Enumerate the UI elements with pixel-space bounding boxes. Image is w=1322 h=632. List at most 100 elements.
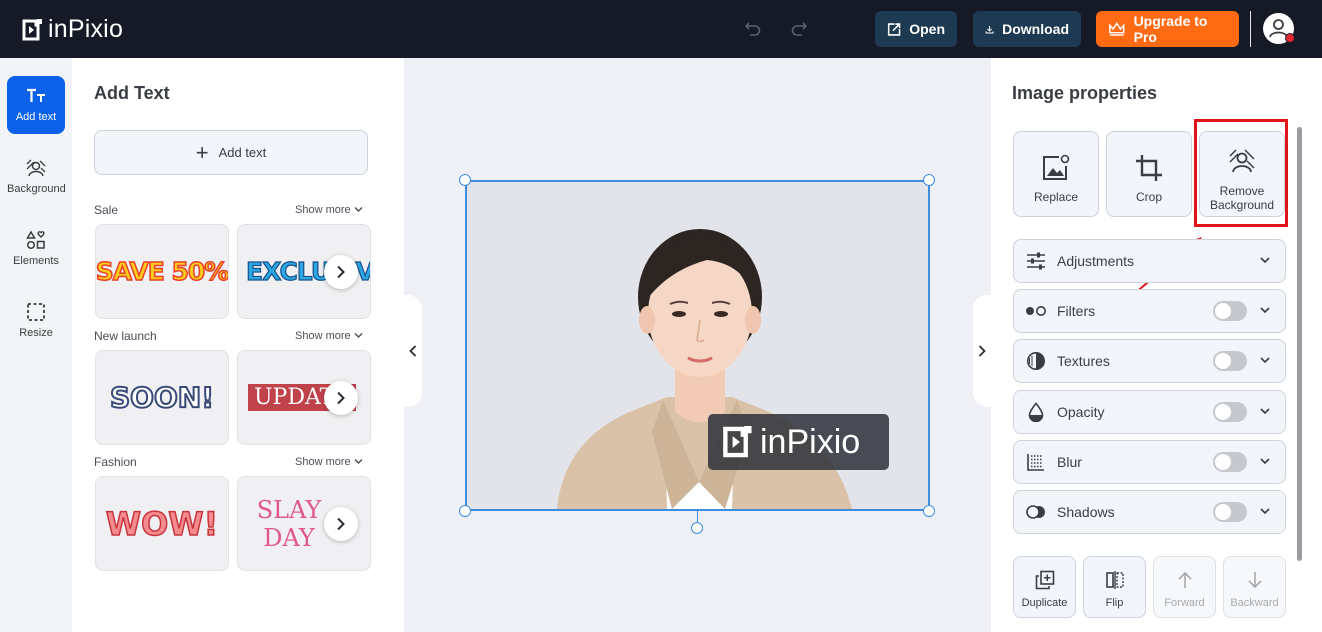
tool-rail: Add text Background Elements Resize	[0, 58, 72, 632]
shadows-icon	[1026, 505, 1045, 519]
arrow-up-icon	[1177, 571, 1192, 588]
property-label: Shadows	[1057, 504, 1115, 520]
tool-label: Duplicate	[1021, 597, 1068, 609]
text-template-tile[interactable]: SOON!	[95, 350, 229, 445]
duplicate-icon	[1035, 570, 1054, 590]
collapse-left-panel-button[interactable]	[404, 295, 422, 407]
opacity-toggle[interactable]	[1213, 402, 1247, 422]
chevron-down-icon[interactable]	[1259, 455, 1271, 467]
upgrade-label: Upgrade to Pro	[1133, 13, 1208, 45]
opacity-icon	[1028, 402, 1044, 422]
chevron-left-icon	[409, 345, 417, 357]
chevron-down-icon[interactable]	[1259, 354, 1271, 366]
panel-title: Image properties	[1012, 83, 1158, 103]
chevron-down-icon[interactable]	[1259, 254, 1271, 266]
undo-icon[interactable]	[743, 18, 763, 38]
show-more-link[interactable]: Show more	[295, 456, 363, 468]
text-template-preview: WOW!	[105, 504, 219, 544]
add-text-button[interactable]: + Add text	[94, 130, 368, 175]
carousel-next-button[interactable]	[324, 381, 358, 415]
notification-dot	[1285, 33, 1295, 43]
show-more-label: Show more	[295, 456, 351, 468]
shadows-toggle[interactable]	[1213, 502, 1247, 522]
tool-label: Backward	[1230, 597, 1279, 609]
carousel-next-button[interactable]	[324, 507, 358, 541]
chevron-down-icon	[354, 333, 363, 338]
chevron-down-icon	[354, 459, 363, 464]
show-more-label: Show more	[295, 204, 351, 216]
flip-button[interactable]: Flip	[1083, 556, 1146, 618]
show-more-link[interactable]: Show more	[295, 204, 363, 216]
chevron-right-icon	[978, 345, 986, 357]
resize-handle-bottom-left[interactable]	[459, 505, 471, 517]
forward-button[interactable]: Forward	[1153, 556, 1216, 618]
tool-label: Crop	[1135, 190, 1162, 204]
redo-icon[interactable]	[789, 18, 809, 38]
rail-item-elements[interactable]: Elements	[7, 220, 65, 278]
resize-handle-bottom-right[interactable]	[923, 505, 935, 517]
shadows-row[interactable]: Shadows	[1013, 490, 1286, 534]
crown-icon	[1109, 22, 1125, 36]
section-label-new-launch: New launch	[94, 329, 157, 343]
app-logo[interactable]: inPixio	[22, 15, 123, 44]
blur-toggle[interactable]	[1213, 452, 1247, 472]
flip-icon	[1105, 571, 1124, 589]
section-label-sale: Sale	[94, 203, 119, 217]
show-more-label: Show more	[295, 330, 351, 342]
textures-toggle[interactable]	[1213, 351, 1247, 371]
duplicate-button[interactable]: Duplicate	[1013, 556, 1076, 618]
upgrade-button[interactable]: Upgrade to Pro	[1096, 11, 1239, 47]
rail-label: Background	[7, 183, 66, 195]
rail-item-add-text[interactable]: Add text	[7, 76, 65, 134]
show-more-link[interactable]: Show more	[295, 330, 363, 342]
rail-label: Resize	[19, 327, 53, 339]
sliders-icon	[1027, 252, 1045, 270]
adjustments-row[interactable]: Adjustments	[1013, 239, 1286, 283]
collapse-right-panel-button[interactable]	[973, 295, 991, 407]
add-text-panel: Add Text + Add text Sale Show more SAVE …	[72, 58, 404, 632]
chevron-right-icon	[337, 265, 345, 279]
text-template-tile[interactable]: WOW!	[95, 476, 229, 571]
property-label: Opacity	[1057, 404, 1105, 420]
panel-scrollbar[interactable]	[1297, 127, 1302, 561]
textures-row[interactable]: Textures	[1013, 339, 1286, 383]
add-text-label: Add text	[218, 145, 267, 160]
chevron-down-icon[interactable]	[1259, 505, 1271, 517]
text-template-preview: SLAY DAY	[256, 495, 322, 552]
tool-label: Forward	[1164, 597, 1205, 609]
rotation-handle[interactable]	[691, 522, 703, 534]
opacity-row[interactable]: Opacity	[1013, 390, 1286, 434]
arrow-down-icon	[1247, 572, 1262, 589]
chevron-down-icon[interactable]	[1259, 304, 1271, 316]
open-button[interactable]: Open	[875, 11, 957, 47]
carousel-next-button[interactable]	[324, 255, 358, 289]
background-icon	[26, 159, 46, 177]
filters-toggle[interactable]	[1213, 301, 1247, 321]
text-template-tile[interactable]: SAVE 50%	[95, 224, 229, 319]
elements-icon	[26, 230, 45, 250]
download-button[interactable]: Download	[973, 11, 1081, 47]
rail-item-background[interactable]: Background	[7, 148, 66, 206]
text-template-preview: SAVE 50%	[95, 256, 229, 287]
tool-label: Replace	[1033, 190, 1079, 204]
backward-button[interactable]: Backward	[1223, 556, 1286, 618]
blur-icon	[1027, 454, 1044, 471]
rail-item-resize[interactable]: Resize	[7, 292, 65, 350]
replace-button[interactable]: Replace	[1013, 131, 1099, 217]
blur-row[interactable]: Blur	[1013, 440, 1286, 484]
property-label: Blur	[1057, 454, 1082, 470]
replace-image-icon	[1043, 154, 1070, 180]
panel-title: Add Text	[94, 83, 170, 103]
crop-button[interactable]: Crop	[1106, 131, 1192, 217]
top-bar: inPixio Open Download Upgrade to Pro	[0, 0, 1322, 58]
chevron-right-icon	[337, 391, 345, 405]
chevron-down-icon[interactable]	[1259, 405, 1271, 417]
crop-icon	[1136, 155, 1162, 181]
text-icon	[27, 88, 45, 102]
filters-row[interactable]: Filters	[1013, 289, 1286, 333]
resize-handle-top-left[interactable]	[459, 174, 471, 186]
property-label: Filters	[1057, 303, 1096, 319]
annotation-highlight-box	[1194, 119, 1288, 227]
resize-handle-top-right[interactable]	[923, 174, 935, 186]
open-label: Open	[909, 21, 945, 37]
